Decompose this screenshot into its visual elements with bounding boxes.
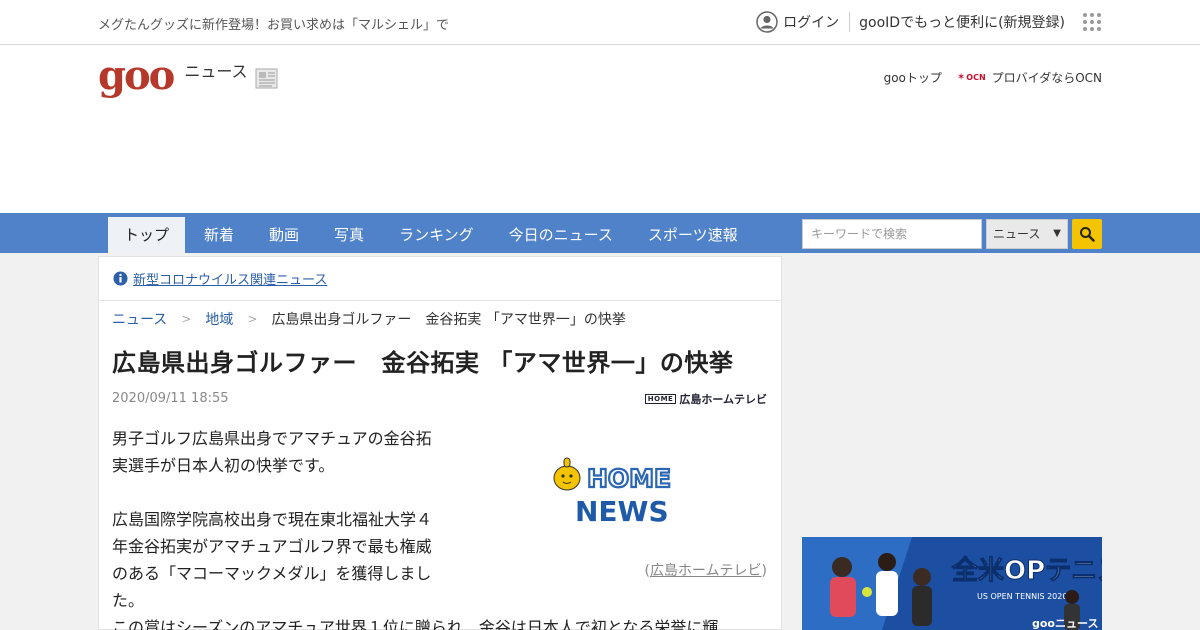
header-links: gooトップ ✶ OCN プロバイダならOCN <box>884 69 1102 86</box>
login-label: ログイン <box>783 15 840 31</box>
search-scope-select[interactable]: ニュース ▼ <box>986 219 1068 249</box>
article-panel: 新型コロナウイルス関連ニュース ニュース > 地域 > 広島県出身ゴルファー 金… <box>98 256 782 630</box>
tab-top[interactable]: トップ <box>108 217 186 253</box>
paragraph: 広島国際学院高校出身で現在東北福祉大学４ 年金谷拓実がアマチュアゴルフ界で最も権… <box>112 506 454 614</box>
login-button[interactable]: ログイン <box>756 11 839 33</box>
source-logo[interactable]: HOME 広島ホームテレビ <box>644 391 767 407</box>
ocn-logo-text: OCN <box>966 73 986 82</box>
tab-video[interactable]: 動画 <box>253 217 315 253</box>
ad-subtitle: US OPEN TENNIS 2020 <box>977 592 1067 601</box>
search-button[interactable] <box>1072 219 1102 249</box>
top-bar: メグたんグッズに新作登場！お買い求めは「マルシェル」で ログイン gooIDでも… <box>0 0 1200 45</box>
article-body: 男子ゴルフ広島県出身でアマチュアの金谷拓 実選手が日本人初の快挙です。 広島国際… <box>112 425 454 614</box>
search-input[interactable] <box>802 219 982 249</box>
breadcrumb-region[interactable]: 地域 <box>205 309 233 329</box>
info-icon <box>113 271 128 286</box>
tab-today-news[interactable]: 今日のニュース <box>493 217 629 253</box>
text-line: 実選手が日本人初の快挙です。 <box>112 456 335 475</box>
goo-news-logo[interactable]: goo ニュース <box>98 52 280 99</box>
section-name: ニュース <box>184 62 248 81</box>
search-icon <box>1080 227 1095 242</box>
goo-logo: goo <box>98 52 175 99</box>
tab-ranking[interactable]: ランキング <box>383 217 490 253</box>
search-scope-value: ニュース <box>993 227 1041 241</box>
home-news-logo-image: HOME NEWS <box>553 457 672 528</box>
text-line: 男子ゴルフ広島県出身でアマチュアの金谷拓 <box>112 429 432 448</box>
article-title: 広島県出身ゴルファー 金谷拓実 「アマ世界一」の快挙 <box>112 349 734 377</box>
caption-source-link[interactable]: 広島ホームテレビ <box>650 563 762 579</box>
text-line: この賞はシーズンのアマチュア世界１位に贈られ 金谷は日本人で初となる栄誉に輝 <box>112 618 719 630</box>
text-line: た。 <box>112 591 145 610</box>
tab-new[interactable]: 新着 <box>188 217 250 253</box>
goo-top-link[interactable]: gooトップ <box>884 69 942 86</box>
tab-photo[interactable]: 写真 <box>318 217 380 253</box>
ocn-link[interactable]: プロバイダならOCN <box>992 69 1102 86</box>
main-nav: トップ 新着 動画 写真 ランキング 今日のニュース スポーツ速報 ニュース ▼ <box>0 213 1200 253</box>
promo-link[interactable]: メグたんグッズに新作登場！お買い求めは「マルシェル」で <box>98 14 449 33</box>
user-icon <box>756 11 778 33</box>
image-caption: (広島ホームテレビ) <box>644 560 767 580</box>
caption-close: ) <box>761 563 767 579</box>
breadcrumb-news[interactable]: ニュース <box>112 309 167 329</box>
ad-brand: gooニュース <box>1032 617 1098 630</box>
apps-grid-icon[interactable] <box>1082 12 1102 32</box>
tab-sports[interactable]: スポーツ速報 <box>632 217 754 253</box>
image-text-home: HOME <box>587 464 671 493</box>
ocn-logo[interactable]: ✶ OCN <box>957 72 986 83</box>
paragraph: 男子ゴルフ広島県出身でアマチュアの金谷拓 実選手が日本人初の快挙です。 <box>112 425 454 479</box>
text-line: のある「マコーマックメダル」を獲得しまし <box>112 564 432 583</box>
breadcrumb-current: 広島県出身ゴルファー 金谷拓実 「アマ世界一」の快挙 <box>271 312 626 328</box>
chevron-right-icon: > <box>247 312 258 326</box>
newspaper-icon <box>255 68 278 89</box>
tennis-ad-banner[interactable]: 全米OPテニス US OPEN TENNIS 2020 gooニュース <box>802 537 1102 630</box>
site-header: goo ニュース gooトップ ✶ OCN プロバイダならOCN <box>0 45 1200 213</box>
article-image[interactable]: HOME NEWS <box>519 425 769 555</box>
image-text-news: NEWS <box>575 495 669 528</box>
breadcrumb: ニュース > 地域 > 広島県出身ゴルファー 金谷拓実 「アマ世界一」の快挙 <box>112 309 626 329</box>
ocn-mark-icon: ✶ <box>956 72 966 83</box>
article-date: 2020/09/11 18:55 <box>112 391 229 406</box>
ad-image: 全米OPテニス US OPEN TENNIS 2020 gooニュース <box>802 537 1102 630</box>
chevron-right-icon: > <box>181 312 192 326</box>
register-link[interactable]: gooIDでもっと便利に(新規登録) <box>859 12 1065 32</box>
divider <box>849 12 851 32</box>
account-area: ログイン gooIDでもっと便利に(新規登録) <box>756 10 1102 34</box>
nav-tabs: トップ 新着 動画 写真 ランキング 今日のニュース スポーツ速報 <box>108 217 757 253</box>
notice-bar: 新型コロナウイルス関連ニュース <box>99 257 781 301</box>
text-line: 年金谷拓実がアマチュアゴルフ界で最も権威 <box>112 537 432 556</box>
ad-title: 全米OPテニス <box>951 555 1102 586</box>
source-logo-text: 広島ホームテレビ <box>679 393 767 406</box>
source-logo-mark: HOME <box>644 394 677 404</box>
mascot-icon <box>553 457 581 491</box>
caret-down-icon: ▼ <box>1053 228 1061 239</box>
covid-news-link[interactable]: 新型コロナウイルス関連ニュース <box>133 269 327 288</box>
text-line: 広島国際学院高校出身で現在東北福祉大学４ <box>112 510 433 529</box>
